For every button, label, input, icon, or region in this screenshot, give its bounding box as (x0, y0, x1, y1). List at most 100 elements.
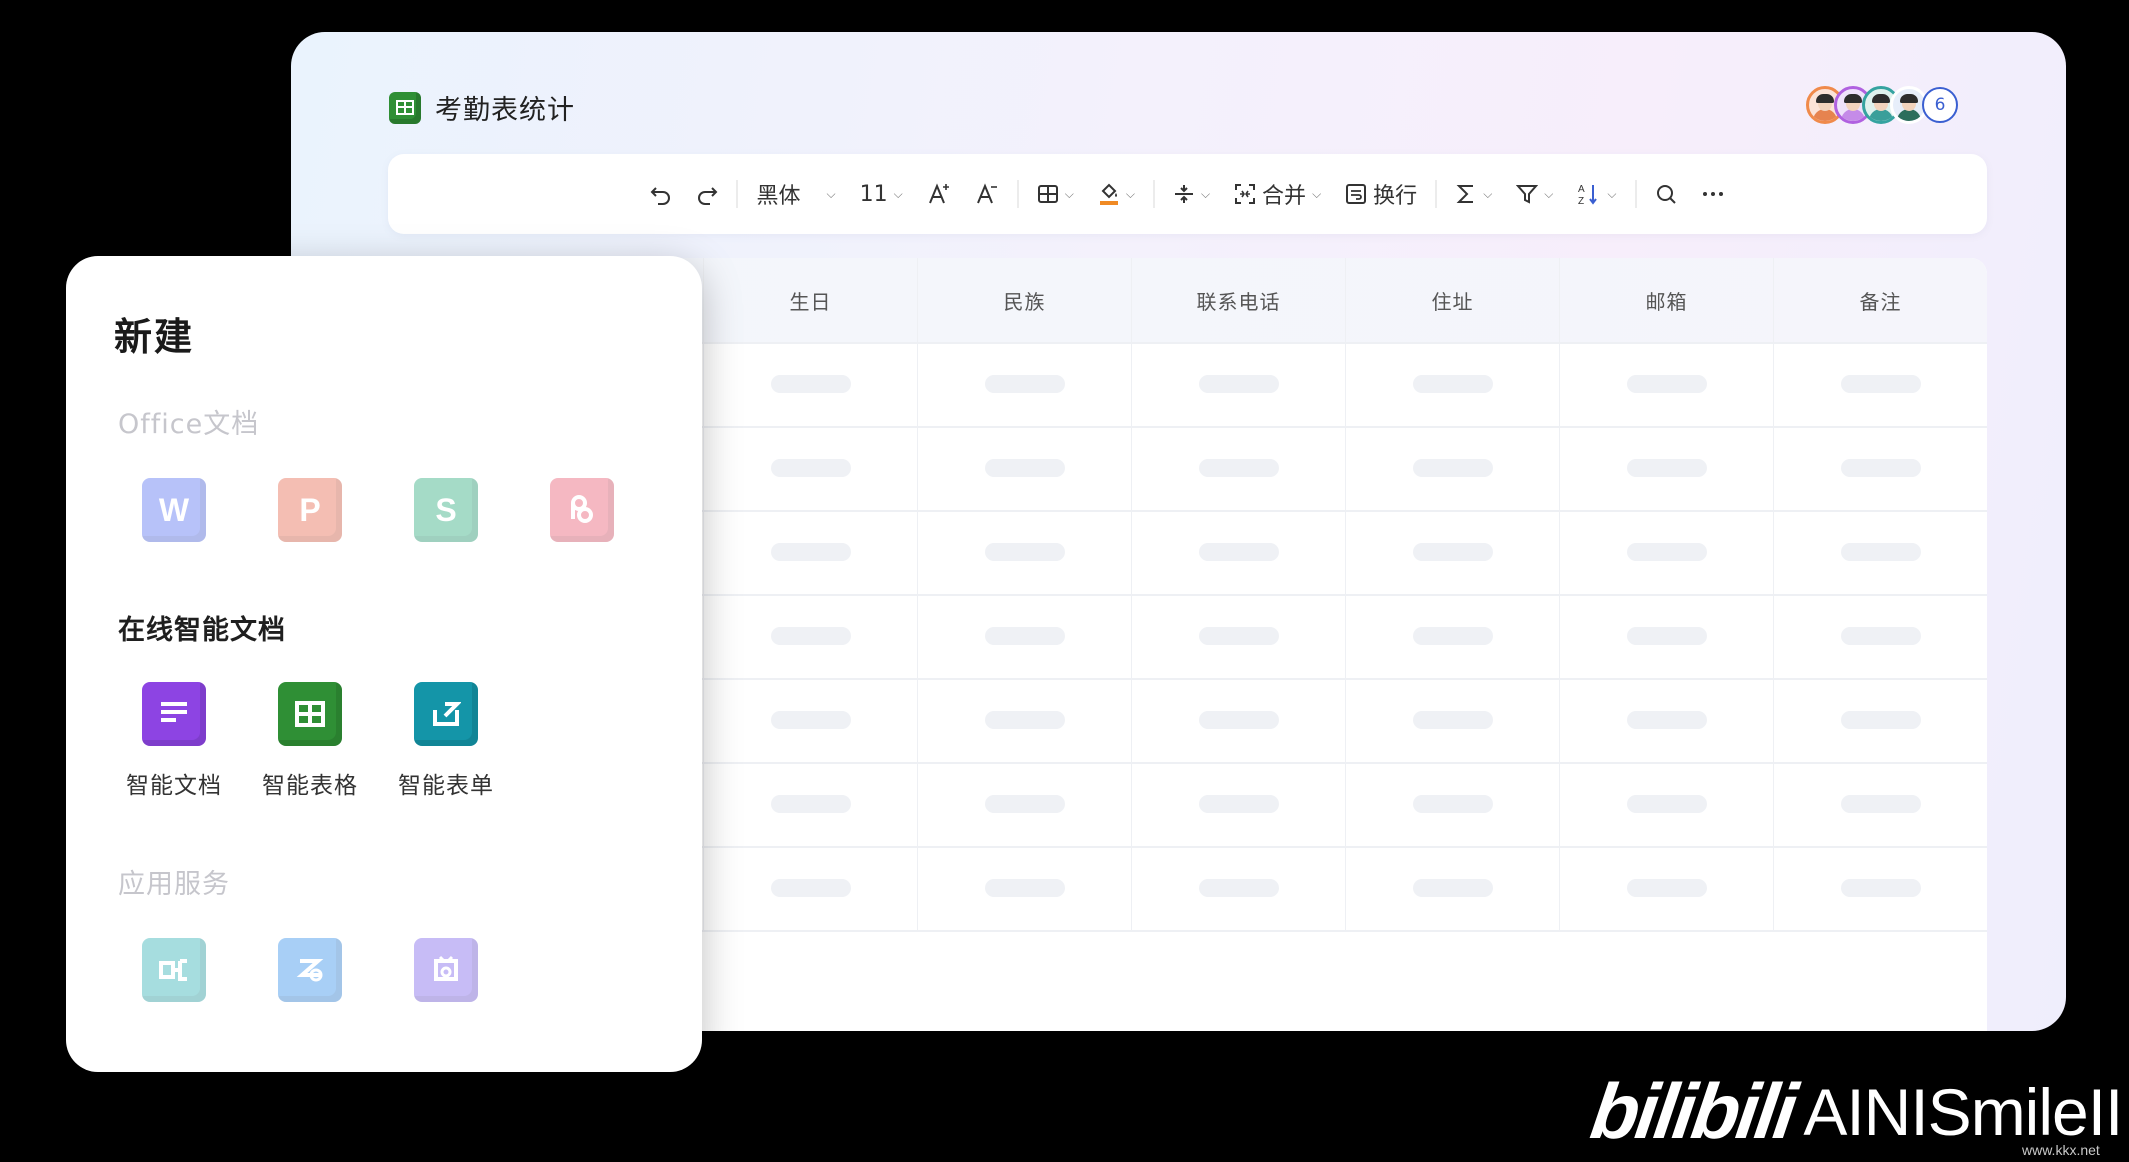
cell-placeholder (1841, 375, 1921, 393)
toolbar-divider (1016, 180, 1019, 208)
font-size-value: 11 (859, 181, 888, 207)
document-title[interactable]: 考勤表统计 (435, 88, 575, 127)
cell-placeholder (1199, 459, 1279, 477)
smart-doc-icon[interactable] (142, 682, 206, 746)
svg-text:A: A (1578, 184, 1585, 195)
panel-title: 新建 (114, 315, 195, 359)
sort-icon: AZ (1578, 184, 1598, 206)
merge-label: 合并 (1262, 184, 1307, 209)
font-family-value: 黑体 (756, 184, 801, 209)
collaborator-avatars[interactable]: 6 (1806, 86, 1958, 124)
cell-placeholder (771, 459, 851, 477)
undo-button[interactable] (638, 174, 684, 214)
redo-button[interactable] (684, 174, 730, 214)
cell-placeholder (1413, 375, 1493, 393)
robot-icon[interactable] (414, 938, 478, 1002)
cell-placeholder (1413, 711, 1493, 729)
column-header[interactable]: 住址 (1346, 258, 1559, 342)
cell-placeholder (771, 795, 851, 813)
cell-placeholder (1199, 543, 1279, 561)
cell-placeholder (985, 711, 1065, 729)
cell-placeholder (1841, 795, 1921, 813)
app-label[interactable]: 智能文档 (114, 766, 234, 800)
chevron-down-icon: ⌵ (1064, 186, 1074, 201)
smart-form-icon[interactable] (414, 682, 478, 746)
border-icon (1037, 185, 1058, 203)
app-label[interactable]: 智能表单 (386, 766, 506, 800)
chevron-down-icon: ⌵ (1483, 186, 1493, 201)
filter-icon (1516, 185, 1539, 204)
chevron-down-icon: ⌵ (1607, 186, 1617, 201)
cell-placeholder (1199, 879, 1279, 897)
cell-placeholder (1413, 459, 1493, 477)
cell-placeholder (1627, 795, 1707, 813)
cell-placeholder (771, 627, 851, 645)
cell-placeholder (985, 375, 1065, 393)
toolbar-divider (736, 180, 739, 208)
column-header[interactable]: 联系电话 (1132, 258, 1345, 342)
new-document-panel: 新建 Office文档 W P S 在线智能文档 智能文档 智能表格 智能表单 应用服务 (66, 256, 702, 1072)
word-doc-icon[interactable]: W (142, 478, 206, 542)
toolbar-divider (1634, 180, 1637, 208)
font-family-select[interactable]: 黑体 ⌵ (744, 174, 847, 214)
formula-button[interactable]: ⌵ (1443, 174, 1504, 214)
cell-placeholder (771, 879, 851, 897)
search-button[interactable] (1643, 174, 1689, 214)
column-header[interactable]: 备注 (1774, 258, 1987, 342)
column-header[interactable]: 生日 (704, 258, 917, 342)
office-section-label: Office文档 (118, 409, 260, 440)
toolbar-divider (1152, 180, 1155, 208)
sigma-icon (1456, 185, 1474, 203)
cell-placeholder (771, 711, 851, 729)
cell-placeholder (985, 627, 1065, 645)
border-button[interactable]: ⌵ (1025, 174, 1086, 214)
filter-button[interactable]: ⌵ (1504, 174, 1565, 214)
fill-color-button[interactable]: ⌵ (1086, 174, 1147, 214)
cell-placeholder (1627, 879, 1707, 897)
site-watermark: www.kkx.net (2022, 1142, 2100, 1158)
smart-sheet-icon[interactable] (278, 682, 342, 746)
chevron-down-icon: ⌵ (1312, 186, 1322, 201)
cell-placeholder (985, 879, 1065, 897)
merge-icon (1235, 184, 1256, 204)
spreadsheet-icon[interactable]: S (414, 478, 478, 542)
cell-placeholder (985, 795, 1065, 813)
wrap-label: 换行 (1373, 184, 1418, 209)
cell-placeholder (1413, 795, 1493, 813)
cell-placeholder (1841, 879, 1921, 897)
cell-placeholder (1627, 375, 1707, 393)
column-header[interactable]: 民族 (918, 258, 1131, 342)
wrap-text-button[interactable]: 换行 (1333, 174, 1429, 214)
presentation-icon[interactable]: P (278, 478, 342, 542)
chevron-down-icon: ⌵ (1200, 186, 1211, 201)
cell-placeholder (1627, 543, 1707, 561)
pdf-icon[interactable] (550, 478, 614, 542)
font-size-select[interactable]: 11 ⌵ (848, 174, 915, 214)
collaborator-count-badge[interactable]: 6 (1922, 87, 1958, 123)
workflow-icon[interactable] (142, 938, 206, 1002)
wrap-text-icon (1346, 184, 1367, 204)
app-label[interactable]: 智能表格 (250, 766, 370, 800)
cell-placeholder (985, 459, 1065, 477)
decrease-font-button[interactable] (963, 174, 1011, 214)
sort-button[interactable]: AZ ⌵ (1565, 174, 1628, 214)
increase-font-button[interactable] (915, 174, 963, 214)
vertical-align-button[interactable]: ⌵ (1161, 174, 1222, 214)
merge-cells-button[interactable]: 合并 ⌵ (1222, 174, 1333, 214)
uploader-name: AINISmileII (1803, 1074, 2123, 1149)
cell-placeholder (1841, 711, 1921, 729)
cell-placeholder (771, 543, 851, 561)
services-section-label: 应用服务 (118, 869, 230, 900)
link-icon[interactable] (278, 938, 342, 1002)
cell-placeholder (771, 375, 851, 393)
font-decrease-icon (976, 183, 997, 204)
cell-placeholder (1199, 627, 1279, 645)
chevron-down-icon: ⌵ (1544, 186, 1554, 201)
chevron-down-icon: ⌵ (1125, 186, 1135, 201)
smart-docs-section-label: 在线智能文档 (118, 615, 286, 646)
more-button[interactable] (1689, 174, 1737, 214)
column-header[interactable]: 邮箱 (1560, 258, 1773, 342)
more-icon (1702, 192, 1723, 196)
cell-placeholder (1413, 627, 1493, 645)
chevron-down-icon: ⌵ (826, 186, 836, 201)
